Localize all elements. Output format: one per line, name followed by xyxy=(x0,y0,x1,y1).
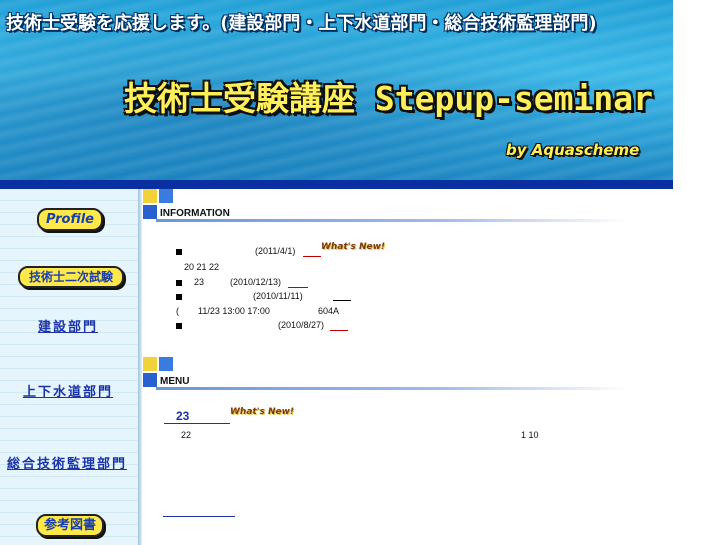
info-item-3-time: 11/23 13:00 17:00 xyxy=(198,306,270,316)
info-item-2-date: (2010/12/13) xyxy=(230,277,282,287)
menu-bottom-link[interactable] xyxy=(163,516,235,517)
information-heading: INFORMATION xyxy=(160,208,230,219)
nav-link-sogo[interactable]: 総合技術監理部門 xyxy=(7,453,127,472)
nav-books-button[interactable]: 参考図書 xyxy=(36,514,104,537)
info-item-3-room: 604A xyxy=(318,306,340,316)
banner-byline: by Aquascheme xyxy=(506,141,640,159)
bullet-icon xyxy=(176,294,182,300)
menu-text-right: 1 10 xyxy=(521,430,539,440)
header-divider-bar xyxy=(0,180,673,189)
info-item-1-extra: 20 21 22 xyxy=(184,262,220,272)
info-item-3-date: (2010/11/11) xyxy=(253,291,303,301)
banner-title: 技術士受験講座 Stepup-seminar xyxy=(124,79,654,118)
menu-text-left: 22 xyxy=(181,430,192,440)
header-banner: 技術士受験を応援します。(建設部門・上下水道部門・総合技術監理部門) 技術士受験… xyxy=(0,0,673,180)
info-item-3-link[interactable] xyxy=(333,300,351,301)
information-rule xyxy=(156,219,630,222)
menu-link-underline xyxy=(164,423,230,424)
info-item-1-date: (2011/4/1) xyxy=(255,246,296,256)
menu-rule xyxy=(156,387,630,390)
menu-heading: MENU xyxy=(160,376,190,387)
nav-exam-button[interactable]: 技術士二次試験 xyxy=(18,266,124,288)
info-item-3-paren: ( xyxy=(176,306,179,316)
bullet-icon xyxy=(176,323,182,329)
info-item-4-link[interactable] xyxy=(330,330,348,331)
sidebar xyxy=(0,189,138,545)
info-item-2-num: 23 xyxy=(194,277,205,287)
banner-subtitle: 技術士受験を応援します。(建設部門・上下水道部門・総合技術監理部門) xyxy=(6,13,597,34)
info-item-1-link[interactable] xyxy=(303,256,321,257)
nav-link-kensetsu[interactable]: 建設部門 xyxy=(38,316,98,335)
whats-new-badge: What's New! xyxy=(230,407,295,417)
bullet-icon xyxy=(176,249,182,255)
info-item-2-link[interactable] xyxy=(288,287,308,288)
sidebar-edge xyxy=(138,189,142,545)
nav-link-suido[interactable]: 上下水道部門 xyxy=(23,381,113,400)
nav-profile-button[interactable]: Profile xyxy=(37,208,103,231)
info-item-4-date: (2010/8/27) xyxy=(278,320,325,330)
whats-new-badge: What's New! xyxy=(321,242,386,252)
menu-link-23[interactable]: 23 xyxy=(176,409,189,423)
bullet-icon xyxy=(176,280,182,286)
